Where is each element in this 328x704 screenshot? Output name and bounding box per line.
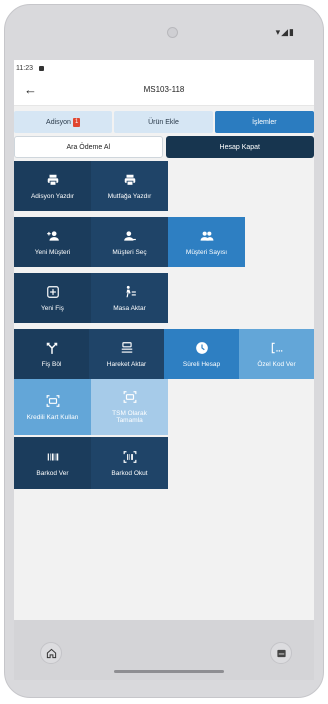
masa-aktar-label: Masa Aktar — [113, 304, 146, 312]
payment-bar: Ara Ödeme Al Hesap Kapat — [14, 133, 314, 161]
page-title: MS103-118 — [143, 85, 185, 94]
masa-aktar-button[interactable]: Masa Aktar — [91, 273, 168, 323]
people-icon — [200, 231, 213, 241]
inbox-icon — [276, 649, 286, 657]
sureli-hesap-label: Süreli Hesap — [182, 360, 221, 368]
move-items-icon — [121, 341, 132, 353]
inbox-button[interactable] — [270, 642, 292, 664]
clock-icon — [195, 341, 208, 354]
fis-bol-label: Fiş Böl — [41, 360, 62, 368]
barcode-icon — [47, 453, 58, 460]
barkod-ver-label: Barkod Ver — [36, 469, 69, 477]
tab-urun-ekle[interactable]: Ürün Ekle — [114, 111, 213, 133]
fis-bol-button[interactable]: Fiş Böl — [14, 329, 89, 379]
musteri-sec-button[interactable]: Müşteri Seç — [91, 217, 168, 267]
barcode-scan-icon — [123, 450, 136, 463]
hareket-aktar-label: Hareket Aktar — [106, 360, 147, 368]
barkod-ver-button[interactable]: Barkod Ver — [14, 437, 91, 489]
adisyon-yazdir-button[interactable]: Adisyon Yazdır — [14, 161, 91, 211]
card-scan-icon — [123, 391, 136, 403]
app-bar: ← MS103-118 — [14, 74, 314, 106]
tab-adisyon-label: Adisyon — [46, 118, 71, 126]
yeni-musteri-label: Yeni Müşteri — [34, 248, 71, 256]
tab-adisyon[interactable]: Adisyon 1 — [14, 111, 113, 133]
ozel-kod-ver-button[interactable]: Özel Kod Ver — [239, 329, 314, 379]
adisyon-yazdir-label: Adisyon Yazdır — [30, 192, 75, 200]
system-nav-bar — [14, 620, 314, 680]
yeni-musteri-button[interactable]: Yeni Müşteri — [14, 217, 91, 267]
yeni-fis-button[interactable]: Yeni Fiş — [14, 273, 91, 323]
notification-icon — [39, 66, 44, 71]
tab-urun-ekle-label: Ürün Ekle — [148, 118, 179, 126]
yeni-fis-label: Yeni Fiş — [41, 304, 64, 312]
printer-icon — [47, 174, 58, 186]
home-icon — [46, 648, 56, 658]
split-icon — [46, 342, 57, 354]
kredi-karti-button[interactable]: Kredili Kart Kullan — [14, 379, 91, 435]
kredi-karti-label: Kredili Kart Kullan — [26, 413, 79, 421]
hareket-aktar-button[interactable]: Hareket Aktar — [89, 329, 164, 379]
status-bar: 11:23 — [14, 60, 314, 74]
action-grid: Adisyon Yazdır Mutfağa Yazdır Yeni Müşte… — [14, 161, 314, 489]
close-account-button[interactable]: Hesap Kapat — [165, 136, 314, 158]
code-bracket-icon — [271, 342, 282, 353]
tsm-olarak-tamamla-label: TSM Olarak Tamamla — [112, 410, 147, 424]
mutfaga-yazdir-label: Mutfağa Yazdır — [107, 192, 152, 200]
tab-adisyon-badge: 1 — [72, 117, 81, 127]
card-scan-icon — [46, 394, 59, 407]
barkod-okut-button[interactable]: Barkod Okut — [91, 437, 168, 489]
app-screen: 11:23 ← MS103-118 Adisyon 1 Ürün Ekle İş… — [14, 60, 314, 620]
tab-bar: Adisyon 1 Ürün Ekle İşlemler — [14, 106, 314, 133]
sureli-hesap-button[interactable]: Süreli Hesap — [164, 329, 239, 379]
person-select-icon — [123, 230, 136, 241]
partial-payment-button[interactable]: Ara Ödeme Al — [14, 136, 163, 158]
device-status-icons: ▾◢▮ — [275, 28, 295, 38]
musteri-sayisi-button[interactable]: Müşteri Sayısı — [168, 217, 245, 267]
printer-icon — [124, 174, 135, 186]
status-time: 11:23 — [16, 65, 33, 72]
front-camera — [167, 27, 178, 38]
tab-islemler-label: İşlemler — [252, 118, 277, 126]
ozel-kod-ver-label: Özel Kod Ver — [257, 360, 296, 368]
musteri-sayisi-label: Müşteri Sayısı — [185, 248, 228, 256]
tab-islemler[interactable]: İşlemler — [214, 111, 314, 133]
mutfaga-yazdir-button[interactable]: Mutfağa Yazdır — [91, 161, 168, 211]
tsm-olarak-tamamla-button[interactable]: TSM Olarak Tamamla — [91, 379, 168, 435]
musteri-sec-label: Müşteri Seç — [112, 248, 147, 256]
add-person-icon — [46, 230, 59, 241]
transfer-person-icon — [126, 285, 136, 297]
add-box-icon — [46, 285, 59, 298]
home-button[interactable] — [40, 642, 62, 664]
barkod-okut-label: Barkod Okut — [111, 469, 148, 477]
home-indicator[interactable] — [114, 670, 224, 673]
back-arrow-icon[interactable]: ← — [24, 82, 37, 97]
